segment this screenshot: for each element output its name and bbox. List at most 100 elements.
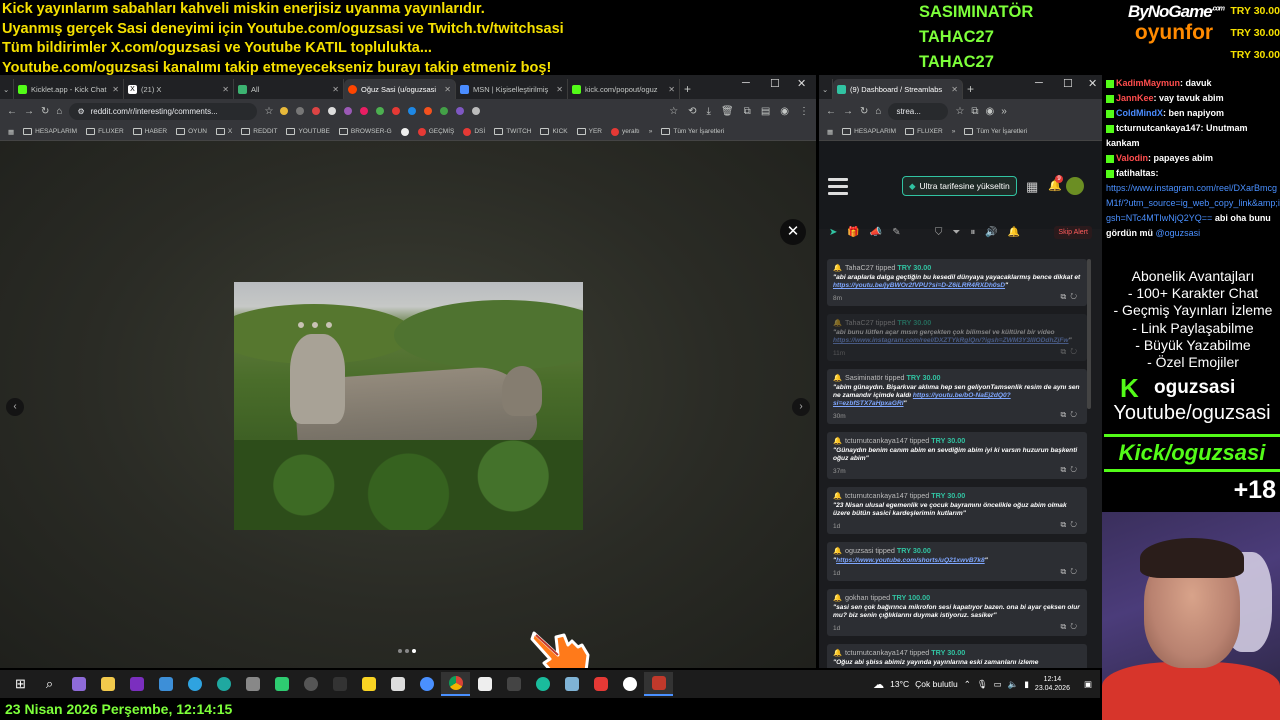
bookmark-icon[interactable]: ☆: [669, 106, 678, 117]
mic-icon[interactable]: 🎙: [977, 679, 988, 690]
home-icon[interactable]: ⌂: [56, 106, 62, 117]
bookmark-folder[interactable]: BROWSER-G: [338, 128, 392, 135]
script-app-icon[interactable]: [470, 672, 499, 696]
address-bar[interactable]: strea...: [888, 102, 949, 120]
bookmark-folder[interactable]: HESAPLARIM: [23, 128, 77, 135]
tip-card[interactable]: 🔔 TahaC27 tipped TRY 30.00 "abi bunu lütfe…: [827, 314, 1087, 361]
carousel-dot-active[interactable]: [412, 649, 416, 653]
extensions-icon[interactable]: ⧉: [744, 106, 751, 117]
green-app-icon[interactable]: [267, 672, 296, 696]
extension-icon[interactable]: [392, 107, 401, 115]
copy-icon[interactable]: ⧉: [1061, 567, 1071, 576]
copy-icon[interactable]: ⧉: [1061, 520, 1071, 529]
replay-icon[interactable]: ↻: [1070, 567, 1081, 576]
tab-msn[interactable]: MSN | Kişiselleştirilmiş ✕: [456, 79, 568, 99]
chat-mention[interactable]: @oguzsasi: [1156, 228, 1201, 238]
replay-icon[interactable]: ↻: [1070, 410, 1081, 419]
network-icon[interactable]: ▭: [994, 679, 1002, 690]
address-bar[interactable]: ⚙ reddit.com/r/interesting/comments...: [69, 102, 258, 120]
tab-reddit[interactable]: Oğuz Sasi (u/oguzsasi ✕: [344, 79, 456, 99]
extension-icon[interactable]: [296, 107, 305, 115]
more-bookmarks-icon[interactable]: »: [649, 128, 653, 135]
menu-icon[interactable]: ⋮: [799, 106, 809, 117]
monitor-app-icon[interactable]: [151, 672, 180, 696]
minimize-icon[interactable]: ─: [742, 77, 750, 89]
replay-icon[interactable]: ↻: [1070, 520, 1081, 529]
weather-temp[interactable]: 13°C: [890, 679, 909, 689]
more-icon[interactable]: »: [1001, 106, 1007, 117]
extensions-icon[interactable]: ⧉: [971, 106, 978, 117]
post-image[interactable]: [234, 282, 583, 530]
tip-card[interactable]: 🔔 gokhan tipped TRY 100.00 "sasi sen çok b…: [827, 589, 1087, 636]
bookmark-folder[interactable]: REDDIT: [241, 128, 277, 135]
shield-icon[interactable]: ⛉: [935, 227, 943, 238]
window-close-icon[interactable]: ✕: [797, 77, 806, 90]
bookmark-folder[interactable]: HABER: [132, 128, 167, 135]
close-lightbox-button[interactable]: ✕: [780, 219, 806, 245]
pen-app-icon[interactable]: [64, 672, 93, 696]
ring-app-icon[interactable]: [528, 672, 557, 696]
extension-icon[interactable]: [328, 107, 337, 115]
clock[interactable]: 12:14 23.04.2026: [1035, 675, 1070, 693]
bell-icon[interactable]: 🔔: [1008, 227, 1020, 238]
tab-streamlabs[interactable]: (9) Dashboard / Streamlabs ✕: [833, 79, 963, 99]
pencil-icon[interactable]: ✎: [892, 227, 900, 238]
extension-icon[interactable]: [280, 107, 289, 115]
pause-icon[interactable]: ⏸: [970, 227, 975, 238]
bookmark-folder[interactable]: YER: [576, 128, 602, 135]
media-app-icon[interactable]: [499, 672, 528, 696]
tab-search-icon[interactable]: ⌄: [0, 79, 14, 99]
replay-icon[interactable]: ↻: [1070, 347, 1081, 356]
maximize-icon[interactable]: ☐: [770, 77, 780, 90]
forward-icon[interactable]: →: [843, 106, 853, 117]
apps-icon[interactable]: ▦: [8, 128, 14, 136]
camera-icon[interactable]: [238, 672, 267, 696]
notes-app-icon[interactable]: [557, 672, 586, 696]
bookmark-star-icon[interactable]: ☆: [264, 106, 273, 117]
new-tab-button[interactable]: +: [963, 79, 978, 99]
extension-icon[interactable]: [440, 107, 449, 115]
replay-icon[interactable]: ↻: [1070, 465, 1081, 474]
history-icon[interactable]: ⟲: [688, 106, 696, 117]
carousel-dot[interactable]: [398, 649, 402, 653]
new-tab-button[interactable]: +: [680, 79, 695, 99]
gauge-app-icon[interactable]: [296, 672, 325, 696]
close-tab-icon[interactable]: ✕: [112, 85, 119, 94]
notification-center-icon[interactable]: ▣: [1084, 679, 1092, 690]
filter-icon[interactable]: ⏷: [952, 227, 960, 238]
close-tab-icon[interactable]: ✕: [556, 85, 563, 94]
close-tab-icon[interactable]: ✕: [222, 85, 229, 94]
tip-link[interactable]: https://www.youtube.com/shorts/uQ21xwvB7…: [836, 557, 985, 564]
bookmark-item[interactable]: DSİ: [463, 127, 485, 136]
extension-icon[interactable]: [312, 107, 321, 115]
window-close-icon[interactable]: ✕: [1088, 77, 1097, 90]
copy-icon[interactable]: ⧉: [1061, 410, 1071, 419]
close-tab-icon[interactable]: ✕: [444, 85, 451, 94]
search-icon[interactable]: ⌕: [35, 672, 64, 696]
home-icon[interactable]: ⌂: [875, 106, 881, 117]
edge-icon[interactable]: [209, 672, 238, 696]
tab-kicklet[interactable]: Kicklet.app - Kick Chat ✕: [14, 79, 124, 99]
tip-card[interactable]: 🔔 tcturnutcankaya147 tipped TRY 30.00 "Gün…: [827, 432, 1087, 479]
bookmark-folder[interactable]: OYUN: [176, 128, 207, 135]
site-info-icon[interactable]: ⚙: [77, 107, 84, 116]
blue-circle-icon[interactable]: [412, 672, 441, 696]
avatar[interactable]: [1066, 177, 1084, 195]
scrollbar[interactable]: [1087, 259, 1091, 409]
bookmark-star-icon[interactable]: ☆: [955, 106, 964, 117]
extension-icon[interactable]: [408, 107, 417, 115]
copy-icon[interactable]: ⧉: [1061, 347, 1071, 356]
back-icon[interactable]: ←: [826, 106, 836, 117]
weather-desc[interactable]: Çok bulutlu: [915, 679, 958, 689]
apps-icon[interactable]: ▦: [827, 128, 833, 136]
minimize-icon[interactable]: ─: [1035, 77, 1043, 89]
tip-card[interactable]: 🔔 tcturnutcankaya147 tipped TRY 30.00 "Oğu…: [827, 644, 1087, 668]
reload-icon[interactable]: ↻: [41, 106, 49, 117]
hamburger-menu-icon[interactable]: [828, 178, 848, 199]
chevron-up-icon[interactable]: ⌃: [964, 679, 971, 690]
chrome-icon[interactable]: [441, 672, 470, 696]
maximize-icon[interactable]: ☐: [1063, 77, 1073, 90]
back-icon[interactable]: ←: [7, 106, 17, 117]
bookmark-folder[interactable]: X: [215, 128, 232, 135]
previous-image-button[interactable]: ‹: [6, 398, 24, 416]
